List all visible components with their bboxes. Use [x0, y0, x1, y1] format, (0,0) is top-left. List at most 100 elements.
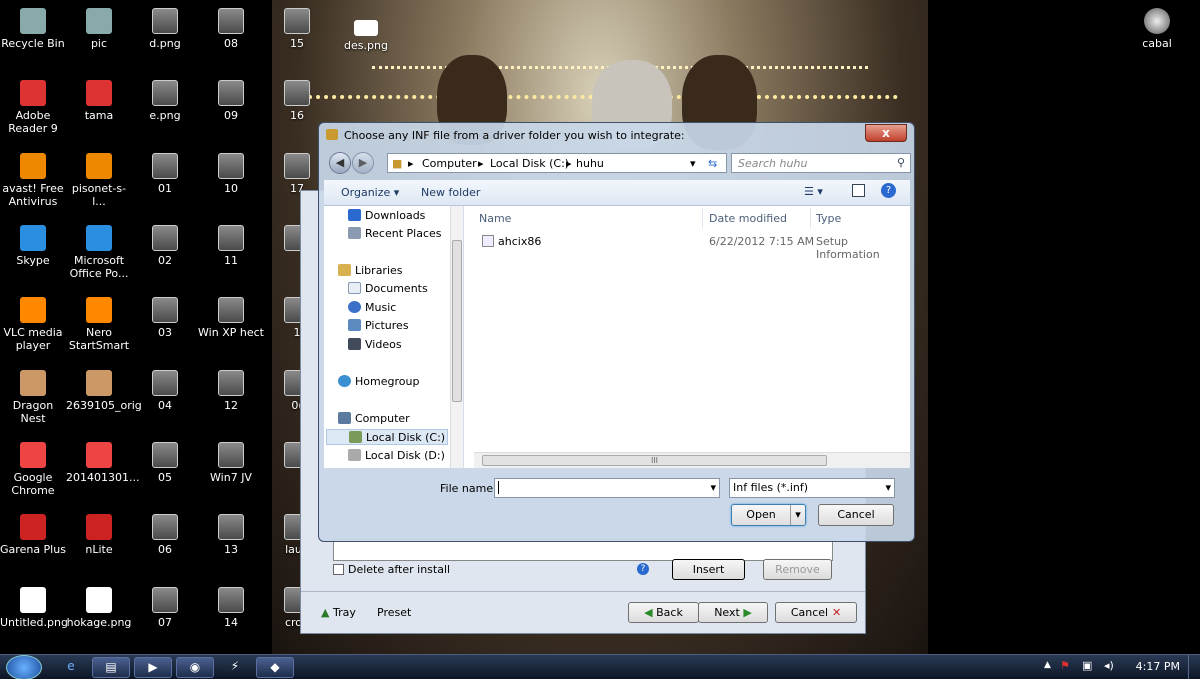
desktop-icon[interactable]: e.png: [132, 80, 198, 122]
nav-downloads[interactable]: Downloads: [348, 208, 425, 224]
desktop-icon[interactable]: Recycle Bin: [0, 8, 66, 50]
desktop-icon[interactable]: 15: [264, 8, 330, 50]
desktop-icon[interactable]: 01: [132, 153, 198, 195]
new-folder-button[interactable]: New folder: [421, 186, 480, 199]
desktop-icon[interactable]: 02: [132, 225, 198, 267]
desktop-icon[interactable]: 11: [198, 225, 264, 267]
desktop-icon[interactable]: Win XP hect: [198, 297, 264, 339]
breadcrumb-huhu[interactable]: huhu: [576, 157, 604, 170]
desktop-icon[interactable]: 201401301...: [66, 442, 139, 484]
preset-button[interactable]: Preset: [377, 606, 411, 619]
desktop-icon[interactable]: Skype: [0, 225, 66, 267]
media-player-icon[interactable]: ▶: [134, 657, 172, 678]
volume-icon[interactable]: ◂): [1104, 659, 1114, 672]
open-button[interactable]: Open ▾: [731, 504, 806, 526]
column-header-date-modified[interactable]: Date modified: [709, 212, 787, 225]
desktop-icon[interactable]: nLite: [66, 514, 132, 556]
chrome-icon[interactable]: ◉: [176, 657, 214, 678]
back-nav-button[interactable]: ◀: [329, 152, 351, 174]
nav-local-disk-c[interactable]: Local Disk (C:): [326, 429, 448, 445]
forward-nav-button[interactable]: ▶: [352, 152, 374, 174]
delete-after-install-checkbox[interactable]: Delete after install: [333, 563, 450, 576]
action-center-flag-icon[interactable]: ⚑: [1060, 659, 1070, 672]
file-row[interactable]: ahcix86 6/22/2012 7:15 AM Setup Informat…: [474, 232, 904, 261]
desktop-icon[interactable]: avast! Free Antivirus: [0, 153, 66, 208]
desktop-icon[interactable]: tama: [66, 80, 132, 122]
desktop-icon[interactable]: Nero StartSmart: [66, 297, 132, 352]
nav-libraries[interactable]: Libraries: [338, 263, 403, 279]
desktop-icon[interactable]: 03: [132, 297, 198, 339]
desktop-icon[interactable]: 12: [198, 370, 264, 412]
nav-local-disk-d[interactable]: Local Disk (D:): [348, 448, 445, 464]
desktop-icon-des[interactable]: des.png: [333, 14, 399, 52]
column-header-type[interactable]: Type: [816, 212, 841, 225]
desktop-icon[interactable]: 2639105_orig: [66, 370, 142, 412]
file-name-input[interactable]: ▾: [494, 478, 720, 498]
open-split-dropdown-icon[interactable]: ▾: [790, 505, 805, 525]
explorer-icon[interactable]: ▤: [92, 657, 130, 678]
help-icon[interactable]: ?: [637, 563, 649, 575]
nav-music[interactable]: Music: [348, 300, 396, 316]
desktop-icon[interactable]: 08: [198, 8, 264, 50]
network-icon[interactable]: ▣: [1082, 659, 1092, 672]
desktop-icon[interactable]: Adobe Reader 9: [0, 80, 66, 135]
clock[interactable]: 4:17 PM: [1136, 660, 1180, 673]
desktop-icon[interactable]: VLC media player: [0, 297, 66, 352]
nlite-taskbar-icon[interactable]: ◆: [256, 657, 294, 678]
file-type-select[interactable]: Inf files (*.inf) ▾: [729, 478, 895, 498]
desktop-icon[interactable]: d.png: [132, 8, 198, 50]
nav-documents[interactable]: Documents: [348, 281, 428, 297]
next-button[interactable]: Next ▶: [698, 602, 768, 623]
desktop-icon[interactable]: Dragon Nest: [0, 370, 66, 425]
breadcrumb-local-disk[interactable]: Local Disk (C:): [490, 157, 569, 170]
desktop-icon[interactable]: Microsoft Office Po...: [66, 225, 132, 280]
desktop-icon[interactable]: 16: [264, 80, 330, 122]
dragon-nest-icon[interactable]: ⚡: [216, 657, 254, 678]
nav-scrollbar[interactable]: [450, 206, 463, 468]
show-desktop-button[interactable]: [1188, 655, 1200, 679]
nav-pictures[interactable]: Pictures: [348, 318, 409, 334]
view-menu-icon[interactable]: ☰ ▾: [804, 185, 823, 198]
filter-dropdown-icon[interactable]: ▾: [885, 479, 891, 497]
start-button[interactable]: [6, 655, 42, 679]
desktop-icon[interactable]: 09: [198, 80, 264, 122]
address-dropdown-icon[interactable]: ▾: [690, 157, 696, 170]
checkbox-box[interactable]: [333, 564, 344, 575]
file-name-dropdown-icon[interactable]: ▾: [710, 479, 716, 497]
horizontal-scrollbar[interactable]: III: [474, 452, 910, 468]
wizard-cancel-button[interactable]: Cancel ✕: [775, 602, 857, 623]
desktop-icon[interactable]: 05: [132, 442, 198, 484]
desktop-icon[interactable]: Win7 JV: [198, 442, 264, 484]
desktop-icon[interactable]: 07: [132, 587, 198, 629]
desktop-icon[interactable]: Garena Plus: [0, 514, 66, 556]
desktop-icon[interactable]: pisonet-s-l...: [66, 153, 132, 208]
desktop-icon[interactable]: hokage.png: [66, 587, 132, 629]
insert-button[interactable]: Insert: [672, 559, 745, 580]
desktop-icon[interactable]: 06: [132, 514, 198, 556]
desktop-icon[interactable]: Untitled.png: [0, 587, 68, 629]
tray-button[interactable]: ▲ Tray: [321, 606, 356, 619]
nav-recent-places[interactable]: Recent Places: [348, 226, 442, 242]
column-separator[interactable]: [810, 208, 811, 228]
desktop-icon[interactable]: 14: [198, 587, 264, 629]
address-bar[interactable]: ■ ▸ Computer ▸ Local Disk (C:) ▸ huhu ▾ …: [387, 153, 727, 173]
refresh-icon[interactable]: ⇆: [708, 157, 717, 170]
preview-pane-icon[interactable]: [852, 184, 865, 197]
desktop-icon[interactable]: 04: [132, 370, 198, 412]
search-icon[interactable]: ⚲: [897, 156, 905, 169]
desktop-icon[interactable]: 13: [198, 514, 264, 556]
hscroll-thumb[interactable]: III: [482, 455, 827, 466]
column-header-name[interactable]: Name: [479, 212, 511, 225]
nav-homegroup[interactable]: Homegroup: [338, 374, 419, 390]
desktop-icon[interactable]: 10: [198, 153, 264, 195]
desktop-icon[interactable]: Google Chrome: [0, 442, 66, 497]
nav-scroll-thumb[interactable]: [452, 240, 462, 402]
organize-button[interactable]: Organize ▾: [341, 186, 399, 199]
close-button[interactable]: x: [865, 124, 907, 142]
remove-button[interactable]: Remove: [763, 559, 832, 580]
nav-computer[interactable]: Computer: [338, 411, 410, 427]
show-hidden-icons[interactable]: ▲: [1044, 660, 1051, 670]
search-input[interactable]: Search huhu ⚲: [731, 153, 911, 173]
desktop-icon-cabal[interactable]: cabal: [1124, 8, 1190, 50]
back-button[interactable]: ◀ Back: [628, 602, 699, 623]
